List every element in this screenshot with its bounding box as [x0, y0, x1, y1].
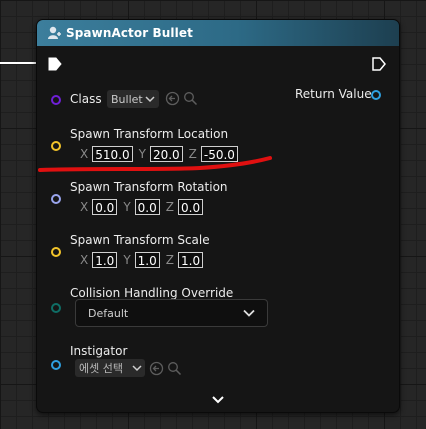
red-underline-annotation: [38, 156, 272, 172]
